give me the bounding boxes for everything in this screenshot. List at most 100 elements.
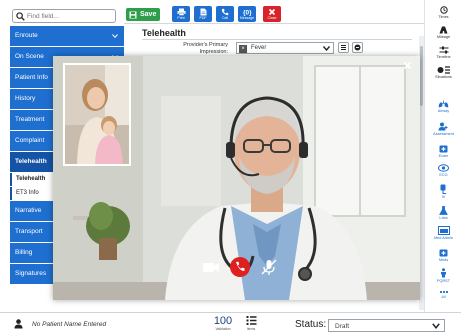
rail-label: All xyxy=(441,295,446,299)
end-call-icon xyxy=(230,257,250,277)
message-icon: {0} xyxy=(243,10,252,17)
provider-impression-label: Provider's Primary Impression: xyxy=(183,42,228,55)
close-icon xyxy=(403,61,412,70)
rail-item-times[interactable]: Times xyxy=(425,6,461,19)
rail-label: Assessment xyxy=(433,132,454,136)
self-view-video xyxy=(63,63,131,166)
patient-name: No Patient Name Entered xyxy=(32,320,107,328)
rail-item-ecg[interactable]: ECG xyxy=(425,164,461,177)
rail-label: IV xyxy=(441,195,446,199)
validation-counter[interactable]: 100 Validation xyxy=(210,315,236,331)
top-toolbar: Save Print PDF Call {0} Message Close xyxy=(124,0,424,24)
save-icon xyxy=(129,11,137,18)
nav-item-label: Treatment xyxy=(15,116,45,123)
message-button-label: Message xyxy=(239,16,255,20)
search-input[interactable] xyxy=(27,11,113,22)
rail-item-iv[interactable]: IV xyxy=(425,184,461,199)
minus-circle-icon xyxy=(354,44,361,51)
nav-item-enroute[interactable]: Enroute xyxy=(10,26,124,46)
camera-toggle-button[interactable] xyxy=(201,257,221,277)
list-button[interactable] xyxy=(338,42,349,53)
close-video-button[interactable] xyxy=(403,61,412,70)
rail-item-exam[interactable]: Exam xyxy=(425,144,461,158)
rail-label: Exam xyxy=(438,154,449,158)
pdf-button[interactable]: PDF xyxy=(194,6,212,22)
rail-label: ECG xyxy=(439,173,448,177)
section-title: Telehealth xyxy=(142,28,186,38)
labs-icon xyxy=(439,206,448,215)
lungs-icon xyxy=(438,100,449,108)
rail-item-situations[interactable]: Situations xyxy=(425,66,461,79)
status-value: Draft xyxy=(335,322,350,330)
nav-item-label: Enroute xyxy=(15,32,38,39)
rail-label: Times xyxy=(438,15,449,19)
situations-icon xyxy=(437,66,450,74)
call-controls xyxy=(197,256,285,278)
rail-label: PQRST xyxy=(436,279,451,283)
rail-item-all[interactable]: All xyxy=(425,290,461,299)
remove-button[interactable] xyxy=(352,42,363,53)
rail-item-assessment[interactable]: Assessment xyxy=(425,122,461,136)
road-icon xyxy=(439,26,448,34)
nav-item-label: Complaint xyxy=(15,137,45,144)
end-call-button[interactable] xyxy=(230,257,250,277)
rail-item-timeline[interactable]: Timeline xyxy=(425,46,461,59)
chevron-down-icon xyxy=(432,323,440,329)
rail-item-mileage[interactable]: Mileage xyxy=(425,26,461,39)
meds-icon xyxy=(439,249,448,257)
nav-item-label: Patient Info xyxy=(15,74,48,81)
status-label: Status: xyxy=(295,319,327,330)
pdf-button-label: PDF xyxy=(199,16,207,20)
patient-video-feed xyxy=(65,65,129,164)
footer-bar: No Patient Name Entered 100 Validation I… xyxy=(0,312,461,336)
close-button[interactable]: Close xyxy=(263,6,281,22)
rail-item-labs[interactable]: Labs xyxy=(425,206,461,220)
rail-item-meds[interactable]: Meds xyxy=(425,248,461,262)
message-button[interactable]: {0} Message xyxy=(238,6,256,22)
search-icon xyxy=(16,12,25,21)
chevron-down-icon xyxy=(112,34,118,38)
more-icon xyxy=(439,290,448,294)
status-select[interactable]: Draft xyxy=(328,319,445,332)
rail-item-pqrst[interactable]: PQRST xyxy=(425,268,461,283)
chevron-down-icon xyxy=(323,46,330,51)
clear-value-icon[interactable]: × xyxy=(239,44,247,53)
mute-microphone-icon xyxy=(261,259,277,275)
save-button-label: Save xyxy=(140,11,157,18)
right-icon-rail: Times Mileage Timeline Situations Airway… xyxy=(424,0,461,312)
scrollbar-thumb[interactable] xyxy=(420,46,423,106)
nav-item-label: History xyxy=(15,95,36,102)
close-button-label: Close xyxy=(267,16,277,20)
rail-item-airway[interactable]: Airway xyxy=(425,100,461,113)
search-box[interactable] xyxy=(12,9,116,23)
provider-impression-select[interactable]: × Fever xyxy=(236,42,334,54)
user-icon xyxy=(14,319,23,329)
timeline-icon xyxy=(439,46,448,54)
rail-label: Labs xyxy=(439,216,448,220)
save-button[interactable]: Save xyxy=(126,8,160,21)
print-button-label: Print xyxy=(177,16,185,20)
iv-icon xyxy=(440,184,446,194)
clock-icon xyxy=(439,6,448,14)
nav-item-label: Narrative xyxy=(15,207,42,214)
call-button[interactable]: Call xyxy=(216,6,234,22)
list-icon xyxy=(341,45,346,50)
rail-item-med-admin[interactable]: Med Admin xyxy=(425,226,461,240)
nav-item-label: On Scene xyxy=(15,53,44,60)
print-button[interactable]: Print xyxy=(172,6,190,22)
section-divider xyxy=(142,39,412,40)
patient-indicator[interactable]: No Patient Name Entered xyxy=(14,319,106,329)
rail-label: Med Admin xyxy=(434,236,453,240)
phone-icon xyxy=(222,8,229,16)
mute-button[interactable] xyxy=(259,257,279,277)
medication-icon xyxy=(437,226,450,235)
printer-icon xyxy=(177,8,185,16)
nav-item-label: Telehealth xyxy=(15,158,47,165)
call-button-label: Call xyxy=(221,16,229,20)
video-call-window xyxy=(53,56,420,300)
rail-label: Airway xyxy=(437,109,450,113)
person-icon xyxy=(441,268,446,278)
nav-item-label: Transport xyxy=(15,228,43,235)
items-button[interactable]: Items xyxy=(242,315,260,331)
nav-item-label: Billing xyxy=(15,249,33,256)
